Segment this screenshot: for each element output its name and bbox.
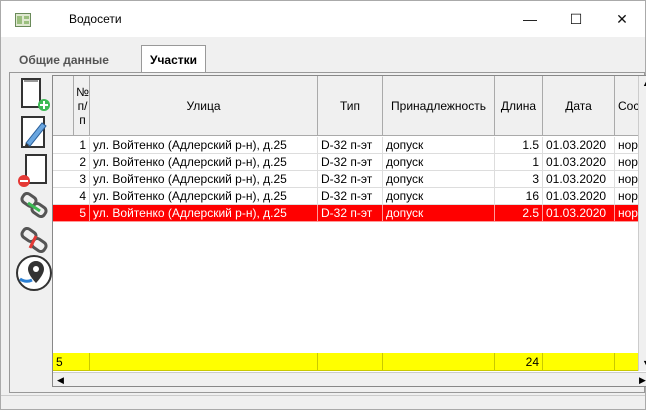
column-header-length[interactable]: Длина	[495, 76, 543, 136]
row-indicator-header	[53, 76, 74, 136]
horizontal-scrollbar[interactable]: ◀ ▶	[53, 372, 646, 386]
cell-type: D-32 п-эт	[318, 171, 383, 188]
cell-owner: допуск	[383, 188, 495, 205]
total-owner	[383, 353, 495, 371]
cell-date: 01.03.2020	[543, 137, 615, 154]
table-row[interactable]: 3 ул. Войтенко (Адлерский р-н), д.25 D-3…	[53, 171, 646, 188]
cell-date: 01.03.2020	[543, 171, 615, 188]
cell-owner: допуск	[383, 171, 495, 188]
map-pin-icon[interactable]	[14, 253, 54, 293]
total-length: 24	[495, 353, 543, 371]
cell-street: ул. Войтенко (Адлерский р-н), д.25	[90, 154, 318, 171]
tab-strip: Общие данные Участки	[1, 45, 645, 73]
table-row[interactable]: 4 ул. Войтенко (Адлерский р-н), д.25 D-3…	[53, 188, 646, 205]
column-header-street[interactable]: Улица	[90, 76, 318, 136]
title-bar[interactable]: Водосети — ☐ ✕	[1, 1, 645, 37]
column-header-num[interactable]: № п/п	[74, 76, 90, 136]
cell-street: ул. Войтенко (Адлерский р-н), д.25	[90, 205, 318, 222]
cell-type: D-32 п-эт	[318, 154, 383, 171]
link-icon[interactable]	[14, 185, 54, 225]
table-row[interactable]: 1 ул. Войтенко (Адлерский р-н), д.25 D-3…	[53, 137, 646, 154]
cell-length: 1.5	[495, 137, 543, 154]
cell-date: 01.03.2020	[543, 205, 615, 222]
cell-owner: допуск	[383, 137, 495, 154]
edit-document-icon[interactable]	[14, 113, 54, 153]
scroll-up-icon[interactable]: ▲	[642, 78, 646, 88]
sections-panel: № п/п Улица Тип Принадлежность Длина Дат…	[9, 72, 646, 393]
cell-num: 2	[53, 154, 90, 171]
status-bar	[1, 395, 645, 409]
cell-owner: допуск	[383, 205, 495, 222]
cell-owner: допуск	[383, 154, 495, 171]
column-header-date[interactable]: Дата	[543, 76, 615, 136]
window-title: Водосети	[69, 12, 122, 26]
cell-street: ул. Войтенко (Адлерский р-н), д.25	[90, 188, 318, 205]
cell-num: 4	[53, 188, 90, 205]
tab-sections[interactable]: Участки	[141, 45, 207, 73]
total-date	[543, 353, 615, 371]
cell-length: 1	[495, 154, 543, 171]
app-window: Водосети — ☐ ✕ Общие данные Участки № п/…	[0, 0, 646, 410]
cell-num: 5	[53, 205, 90, 222]
minimize-button[interactable]: —	[507, 1, 553, 37]
table-row[interactable]: 2 ул. Войтенко (Адлерский р-н), д.25 D-3…	[53, 154, 646, 171]
total-street	[90, 353, 318, 371]
cell-length: 3	[495, 171, 543, 188]
cell-length: 16	[495, 188, 543, 205]
app-icon	[15, 13, 31, 27]
sections-table[interactable]: № п/п Улица Тип Принадлежность Длина Дат…	[52, 75, 646, 387]
scroll-right-icon[interactable]: ▶	[639, 375, 646, 386]
scroll-down-icon[interactable]: ▼	[642, 358, 646, 368]
cell-type: D-32 п-эт	[318, 205, 383, 222]
cell-date: 01.03.2020	[543, 154, 615, 171]
total-type	[318, 353, 383, 371]
cell-type: D-32 п-эт	[318, 137, 383, 154]
tab-general[interactable]: Общие данные	[11, 49, 117, 73]
total-count: 5	[53, 353, 90, 371]
vertical-scrollbar[interactable]: ▲ ▼	[638, 76, 646, 371]
add-document-icon[interactable]	[14, 75, 54, 115]
totals-row: 5 24	[53, 353, 646, 371]
scroll-left-icon[interactable]: ◀	[57, 375, 64, 386]
cell-date: 01.03.2020	[543, 188, 615, 205]
cell-street: ул. Войтенко (Адлерский р-н), д.25	[90, 171, 318, 188]
cell-length: 2.5	[495, 205, 543, 222]
cell-type: D-32 п-эт	[318, 188, 383, 205]
cell-num: 1	[53, 137, 90, 154]
close-button[interactable]: ✕	[599, 1, 645, 37]
column-header-type[interactable]: Тип	[318, 76, 383, 136]
column-header-owner[interactable]: Принадлежность	[383, 76, 495, 136]
cell-street: ул. Войтенко (Адлерский р-н), д.25	[90, 137, 318, 154]
table-row-selected[interactable]: 5 ул. Войтенко (Адлерский р-н), д.25 D-3…	[53, 205, 646, 222]
maximize-button[interactable]: ☐	[553, 1, 599, 37]
cell-num: 3	[53, 171, 90, 188]
